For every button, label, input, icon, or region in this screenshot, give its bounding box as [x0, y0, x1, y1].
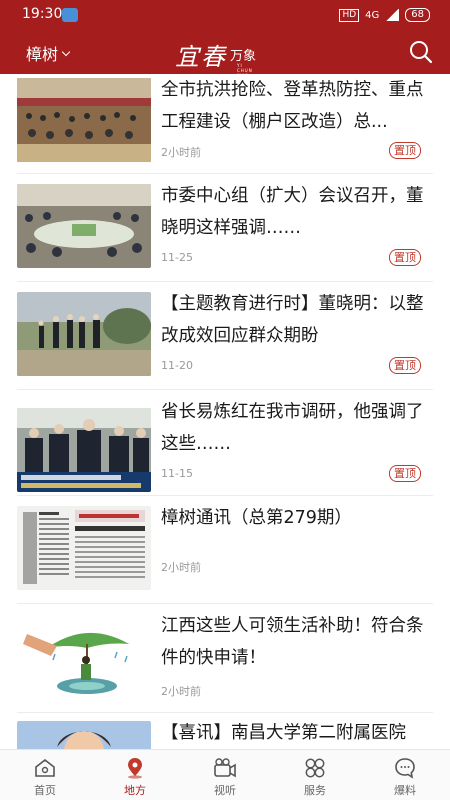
- news-thumbnail: [17, 408, 151, 492]
- news-time: 2小时前: [161, 146, 201, 159]
- video-camera-icon: [214, 758, 236, 778]
- tab-label: 地方: [124, 784, 146, 797]
- logo-sub-text: 万象: [230, 49, 257, 64]
- location-pin-icon: [128, 758, 142, 779]
- tab-label: 视听: [214, 784, 236, 797]
- news-item[interactable]: 【主题教育进行时】董晓明：以整改成效回应群众期盼 11-20 置顶: [0, 282, 450, 390]
- signal-icon: [385, 9, 400, 21]
- tab-label: 服务: [304, 784, 326, 797]
- news-thumbnail: [17, 506, 151, 590]
- tab-label: 首页: [34, 784, 56, 797]
- hd-icon: HD: [339, 8, 360, 22]
- news-time: 2小时前: [161, 561, 201, 574]
- news-item[interactable]: 江西这些人可领生活补助！符合条件的快申请！ 2小时前: [0, 604, 450, 722]
- news-title[interactable]: 全市抗洪抢险、登革热防控、重点工程建设（棚户区改造）总...: [161, 74, 433, 138]
- pinned-badge: 置顶: [389, 249, 421, 266]
- services-grid-icon: [305, 758, 325, 778]
- news-time: 11-15: [161, 467, 193, 480]
- news-item[interactable]: 【喜讯】南昌大学第二附属医院: [0, 713, 450, 749]
- search-icon[interactable]: [408, 39, 434, 65]
- news-title[interactable]: 【主题教育进行时】董晓明：以整改成效回应群众期盼: [161, 288, 433, 352]
- news-thumbnail: [17, 184, 151, 268]
- pinned-badge: 置顶: [389, 142, 421, 159]
- city-label: 樟树: [26, 45, 59, 64]
- news-time: 11-20: [161, 359, 193, 372]
- news-title[interactable]: 樟树通讯（总第279期）: [161, 502, 433, 534]
- pinned-badge: 置顶: [389, 465, 421, 482]
- news-thumbnail: [17, 292, 151, 376]
- news-thumbnail: [17, 614, 151, 698]
- news-title[interactable]: 江西这些人可领生活补助！符合条件的快申请！: [161, 610, 433, 674]
- app-logo: 宜春 万象 YI CHUN WAN XIANG: [175, 37, 257, 83]
- app-notification-icon: [62, 8, 78, 22]
- news-feed[interactable]: 全市抗洪抢险、登革热防控、重点工程建设（棚户区改造）总... 2小时前 置顶 市…: [0, 74, 450, 749]
- news-item[interactable]: 全市抗洪抢险、登革热防控、重点工程建设（棚户区改造）总... 2小时前 置顶: [0, 74, 450, 182]
- news-item[interactable]: 市委中心组（扩大）会议召开，董晓明这样强调…… 11-25 置顶: [0, 174, 450, 282]
- news-title[interactable]: 【喜讯】南昌大学第二附属医院: [161, 717, 433, 749]
- news-time: 11-25: [161, 251, 193, 264]
- chat-bubble-icon: [395, 758, 415, 779]
- news-time: 2小时前: [161, 685, 201, 698]
- logo-main-text: 宜春: [175, 43, 227, 71]
- news-item[interactable]: 樟树通讯（总第279期） 2小时前: [0, 496, 450, 604]
- news-item[interactable]: 省长易炼红在我市调研，他强调了这些…… 11-15 置顶: [0, 390, 450, 498]
- tab-home[interactable]: 首页: [0, 750, 90, 800]
- tab-report[interactable]: 爆料: [360, 750, 450, 800]
- battery-indicator: 68: [405, 8, 430, 22]
- chevron-down-icon: [61, 47, 71, 56]
- pinned-badge: 置顶: [389, 357, 421, 374]
- bottom-tab-bar: 首页 地方 视听 服务 爆料: [0, 749, 450, 800]
- news-title[interactable]: 市委中心组（扩大）会议召开，董晓明这样强调……: [161, 180, 433, 244]
- tab-label: 爆料: [394, 784, 416, 797]
- tab-media[interactable]: 视听: [180, 750, 270, 800]
- network-type: 4G: [365, 9, 380, 21]
- status-bar: 19:30 HD 4G 68: [0, 0, 450, 30]
- tab-services[interactable]: 服务: [270, 750, 360, 800]
- news-thumbnail: [17, 78, 151, 162]
- status-time: 19:30: [22, 6, 63, 22]
- news-title[interactable]: 省长易炼红在我市调研，他强调了这些……: [161, 396, 433, 460]
- app-header: 樟树 宜春 万象 YI CHUN WAN XIANG: [0, 30, 450, 83]
- home-icon: [35, 758, 55, 777]
- city-selector[interactable]: 樟树: [26, 41, 71, 65]
- status-indicators: HD 4G 68: [339, 8, 430, 22]
- news-thumbnail: [17, 721, 151, 749]
- tab-local[interactable]: 地方: [90, 750, 180, 800]
